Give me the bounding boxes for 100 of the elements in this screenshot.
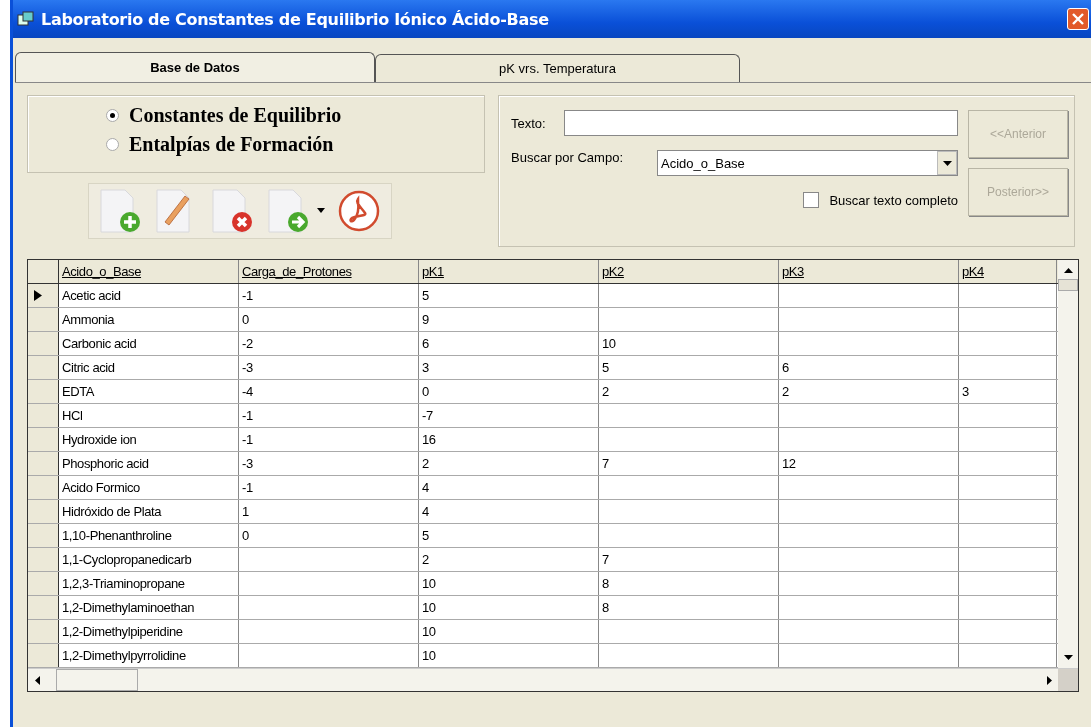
radio-button[interactable]	[106, 109, 119, 122]
app-icon	[17, 11, 35, 27]
scroll-thumb[interactable]	[1058, 279, 1078, 291]
pdf-button[interactable]	[337, 189, 381, 233]
table-cell: 12	[782, 456, 796, 471]
table-cell: 10	[422, 648, 436, 663]
table-cell: 10	[422, 624, 436, 639]
table-cell: Acetic acid	[62, 288, 121, 303]
scroll-left-icon	[34, 675, 40, 685]
table-cell: 3	[962, 384, 969, 399]
table-cell: 5	[602, 360, 609, 375]
table-cell: -3	[242, 456, 253, 471]
table-cell: 1,1-Cyclopropanedicarb	[62, 552, 192, 567]
row-header[interactable]	[28, 380, 59, 403]
column-header[interactable]: Acido_o_Base	[59, 260, 239, 283]
caret-icon[interactable]	[317, 208, 325, 214]
table-cell: 2	[602, 384, 609, 399]
table-cell: 2	[422, 552, 429, 567]
table-cell: Hidróxido de Plata	[62, 504, 162, 519]
table-cell: 0	[242, 312, 249, 327]
delete-button[interactable]	[211, 188, 255, 234]
window-title: Laboratorio de Constantes de Equilibrio Iónico Ácido-Base	[41, 9, 550, 29]
table-cell: 1	[242, 504, 249, 519]
table-cell: Carbonic acid	[62, 336, 137, 351]
table-cell: -1	[242, 408, 253, 423]
field-label: Buscar por Campo:	[511, 150, 623, 165]
horizontal-scrollbar[interactable]	[28, 668, 1078, 691]
row-header[interactable]	[28, 620, 59, 643]
text-label: Texto:	[511, 115, 546, 131]
table-cell: EDTA	[62, 384, 95, 399]
column-header[interactable]: pK4	[959, 260, 1057, 283]
dropdown-arrow-icon	[942, 160, 952, 166]
row-header[interactable]	[28, 284, 59, 307]
export-button[interactable]	[267, 188, 311, 234]
radio-option[interactable]: Entalpías de Formación	[106, 133, 484, 156]
table-cell: Acido Formico	[62, 480, 140, 495]
table-cell: 1,2,3-Triaminopropane	[62, 576, 185, 591]
row-header[interactable]	[28, 404, 59, 427]
table-cell: Ammonia	[62, 312, 115, 327]
table-cell: Citric acid	[62, 360, 115, 375]
table-cell: 1,2-Dimethylaminoethan	[62, 600, 195, 615]
scrollbar-corner	[1058, 669, 1078, 691]
whole-text-checkbox[interactable]: Buscar texto completo	[803, 192, 958, 208]
table-cell: -7	[422, 408, 433, 423]
current-row-icon	[34, 290, 42, 301]
column-header[interactable]: pK2	[599, 260, 779, 283]
table-cell: -1	[242, 432, 253, 447]
radio-option[interactable]: Constantes de Equilibrio	[106, 104, 484, 127]
row-header[interactable]	[28, 524, 59, 547]
table-cell: 7	[602, 552, 609, 567]
row-header[interactable]	[28, 500, 59, 523]
document-arrow-icon	[267, 188, 311, 234]
row-header[interactable]	[28, 596, 59, 619]
table-cell: 10	[422, 600, 436, 615]
add-button[interactable]	[99, 188, 143, 234]
table-cell: 4	[422, 504, 429, 519]
table-cell: 1,10-Phenanthroline	[62, 528, 172, 543]
column-header[interactable]: pK1	[419, 260, 599, 283]
tab[interactable]: Base de Datos	[15, 52, 375, 82]
table-cell: 4	[422, 480, 429, 495]
scroll-down-icon	[1063, 655, 1073, 660]
table-cell: 0	[422, 384, 429, 399]
table-cell: 6	[422, 336, 429, 351]
table-cell: 9	[422, 312, 429, 327]
table-cell: Phosphoric acid	[62, 456, 149, 471]
row-header[interactable]	[28, 308, 59, 331]
table-cell: 8	[602, 600, 609, 615]
table-cell: 2	[782, 384, 789, 399]
table-cell: 8	[602, 576, 609, 591]
close-icon	[1071, 12, 1085, 26]
table-cell: -1	[242, 480, 253, 495]
scroll-right-icon	[1046, 675, 1052, 685]
radio-button[interactable]	[106, 138, 119, 151]
table-cell: 5	[422, 528, 429, 543]
row-header[interactable]	[28, 548, 59, 571]
table-cell: 5	[422, 288, 429, 303]
row-header[interactable]	[28, 644, 59, 667]
scroll-thumb[interactable]	[56, 669, 138, 691]
table-cell: 6	[782, 360, 789, 375]
field-dropdown[interactable]: Acido_o_Base	[657, 150, 958, 176]
table-cell: HCl	[62, 408, 83, 423]
table-cell: -4	[242, 384, 253, 399]
table-cell: 1,2-Dimethylpyrrolidine	[62, 648, 186, 663]
row-header[interactable]	[28, 428, 59, 451]
close-button[interactable]	[1067, 8, 1089, 30]
table-cell: 16	[422, 432, 436, 447]
row-header[interactable]	[28, 332, 59, 355]
row-header[interactable]	[28, 476, 59, 499]
row-header[interactable]	[28, 452, 59, 475]
text-field[interactable]	[563, 110, 958, 136]
table-cell: 0	[242, 528, 249, 543]
table-cell: -1	[242, 288, 253, 303]
row-header[interactable]	[28, 356, 59, 379]
row-header[interactable]	[28, 572, 59, 595]
column-header[interactable]: pK3	[779, 260, 959, 283]
tab[interactable]: pK vrs. Temperatura	[375, 54, 740, 82]
checkbox[interactable]	[803, 192, 820, 208]
table-cell: 7	[602, 456, 609, 471]
table-cell: 1,2-Dimethylpiperidine	[62, 624, 183, 639]
column-header[interactable]: Carga_de_Protones	[239, 260, 419, 283]
